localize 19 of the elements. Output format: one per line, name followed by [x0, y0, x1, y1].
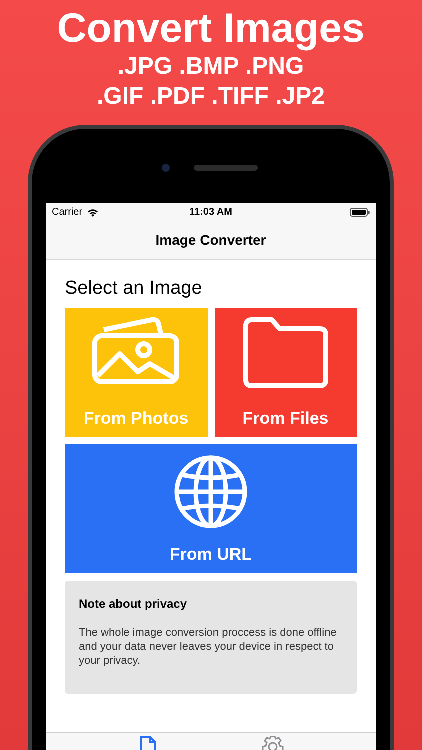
- note-title: Note about privacy: [79, 596, 188, 613]
- battery-icon: [350, 208, 370, 217]
- globe-icon: [173, 454, 249, 530]
- format-list: .GIF .PDF .TIFF .JP2: [96, 85, 326, 109]
- source-tile[interactable]: From Files: [214, 308, 357, 437]
- photos-icon: [90, 316, 182, 386]
- section-title: Select an Image: [65, 279, 204, 298]
- wifi-icon: [86, 208, 99, 217]
- headline: Convert Images: [57, 8, 365, 49]
- nav-title: Image Converter: [156, 231, 266, 250]
- carrier-label: Carrier: [52, 206, 83, 220]
- camera-icon: [162, 164, 170, 172]
- settings-icon[interactable]: [262, 736, 284, 750]
- format-list: .JPG .BMP .PNG: [118, 55, 304, 79]
- note-text: The whole image conversion proccess is done offline and your data never leaves your device in respect to your privacy.: [79, 626, 338, 668]
- status-time: 11:03 AM: [190, 206, 232, 220]
- document-icon[interactable]: [138, 736, 158, 750]
- source-tile[interactable]: From URL: [65, 444, 357, 573]
- speaker-icon: [194, 165, 258, 171]
